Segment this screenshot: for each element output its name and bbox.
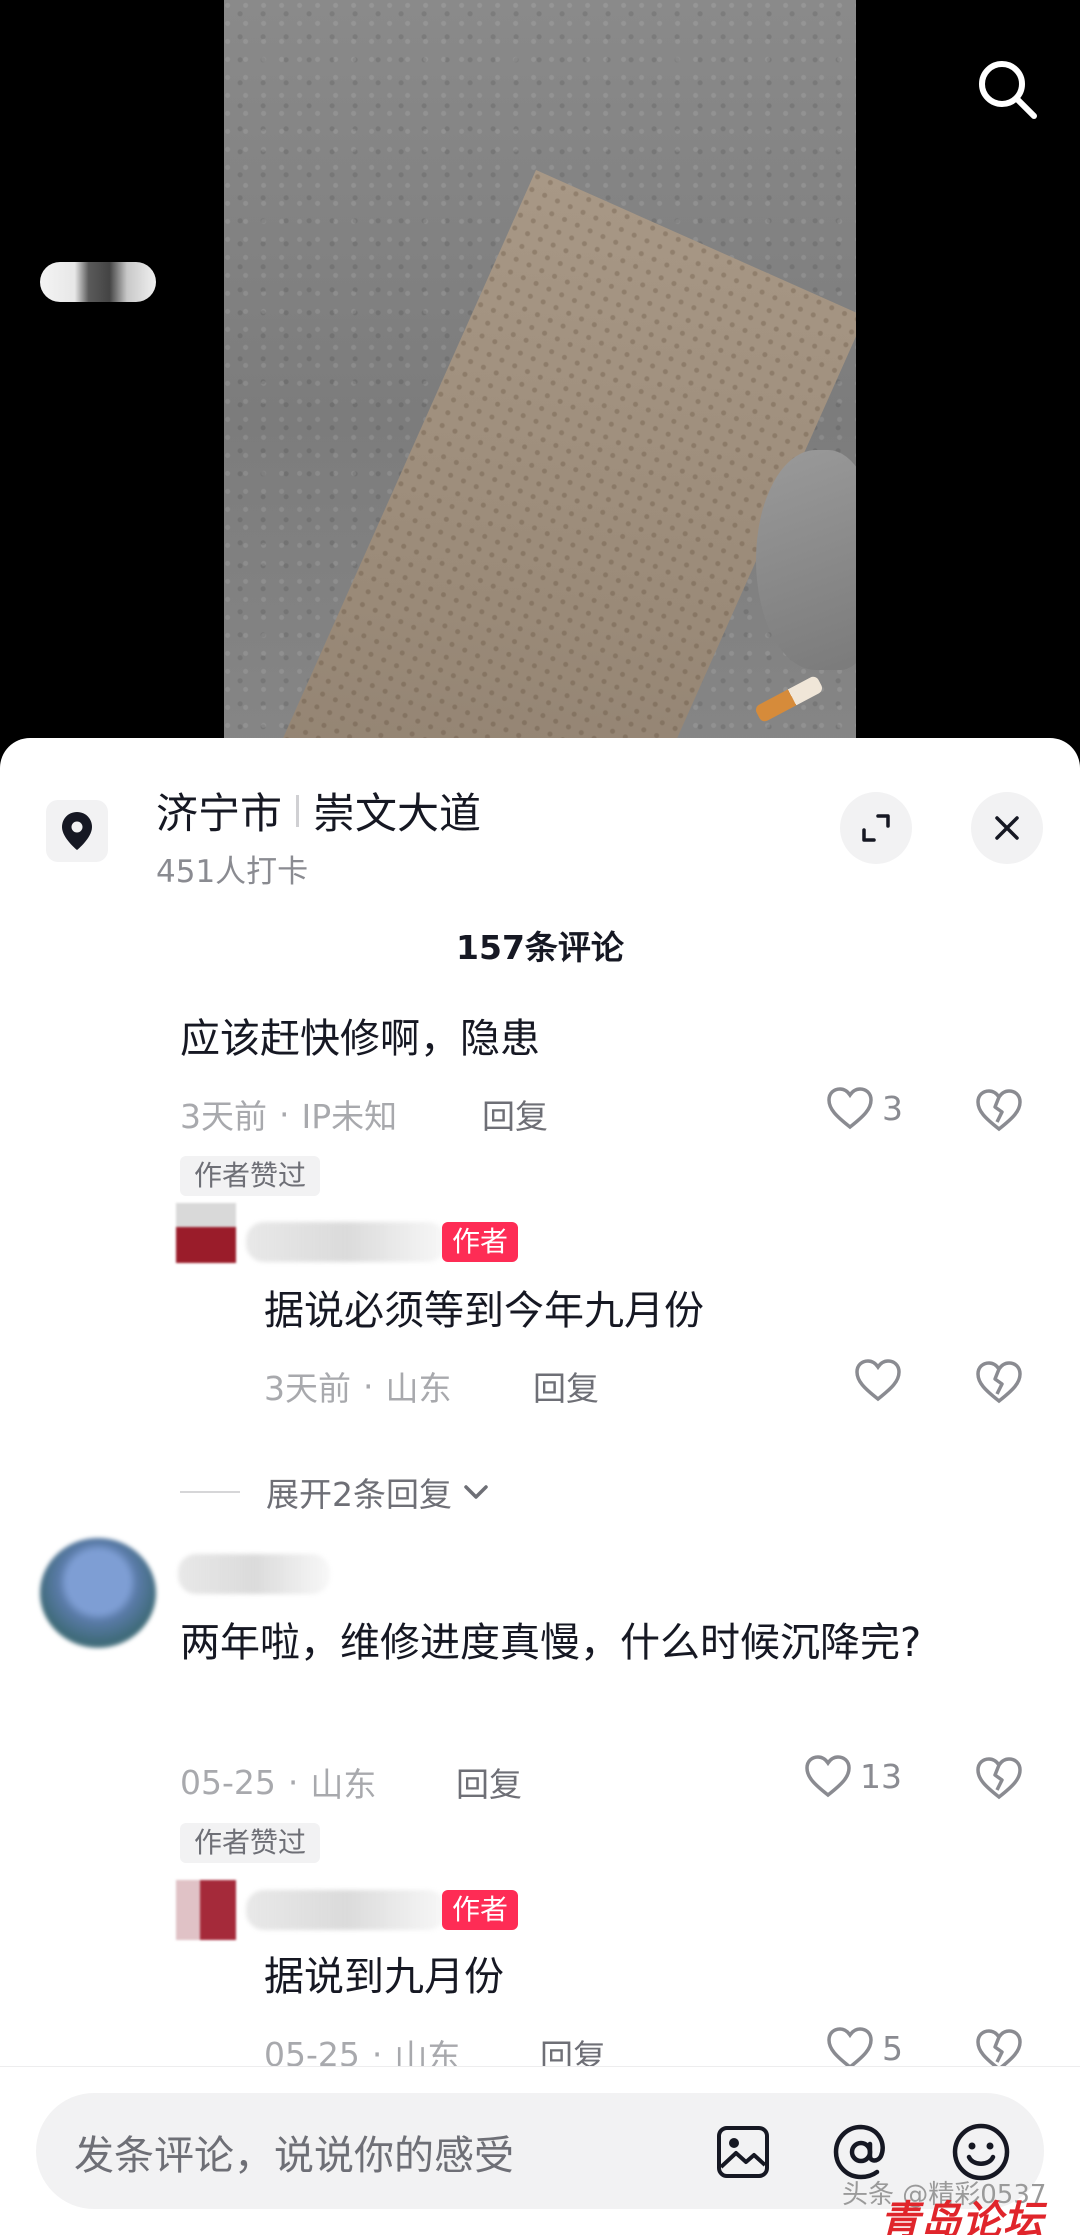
username-blurred[interactable] [178,1554,330,1594]
video-dirt-area [271,170,856,760]
comment-meta: 3天前 · IP未知 [180,1090,397,1138]
reply-text[interactable]: 据说到九月份 [264,1948,1024,2006]
meta-dot: · [363,1366,374,1406]
chevron-down-icon [464,1485,488,1499]
comment-input-placeholder: 发条评论，说说你的感受 [74,2133,514,2179]
location-city: 济宁市 [156,789,283,838]
location-separator [296,794,300,827]
heart-icon [855,1359,901,1402]
reply-button[interactable]: 回复 [456,1758,522,1806]
dislike-button[interactable] [975,1360,1023,1408]
location-pin-button[interactable] [46,800,108,862]
location-header[interactable]: 济宁市 崇文大道 451人打卡 [0,738,1080,898]
reply-button[interactable]: 回复 [482,1090,548,1138]
location-checkins: 451人打卡 [156,854,309,890]
avatar[interactable] [176,1880,236,1940]
username-blurred[interactable] [246,1890,446,1930]
username-blurred[interactable] [246,1222,446,1262]
like-button[interactable]: 3 [826,1086,903,1130]
search-button[interactable] [966,48,1048,130]
like-button[interactable]: 13 [804,1754,902,1798]
reply-text[interactable]: 据说必须等到今年九月份 [264,1282,1024,1340]
comment-text[interactable]: 应该赶快修啊，隐患 [180,1010,1020,1068]
location-title[interactable]: 济宁市 崇文大道 [156,780,481,841]
comment-meta: 05-25 · 山东 [180,1758,376,1806]
comment-time: 3天前 [180,1097,267,1136]
heart-icon [827,2027,873,2070]
author-tag: 作者 [442,1222,519,1262]
heart-icon [805,1755,851,1798]
image-button[interactable] [708,2117,778,2187]
video-cigarette-butt [753,674,825,724]
location-street: 崇文大道 [313,789,482,838]
video-frame [224,0,856,760]
expand-replies-button[interactable]: 展开2条回复 [180,1468,494,1516]
close-icon [995,816,1019,840]
expand-icon [862,814,890,842]
watermark-logo: 青岛论坛 [880,2198,1044,2235]
broken-heart-icon [976,1757,1022,1800]
comment-time: 05-25 [180,1762,276,1802]
broken-heart-icon [976,1361,1022,1404]
reply-button[interactable]: 回复 [533,1362,599,1410]
author-liked-badge: 作者赞过 [180,1823,321,1863]
expand-replies-label: 展开2条回复 [266,1475,452,1514]
heart-icon [827,1087,873,1130]
reply-meta: 3天前 · 山东 [264,1362,452,1410]
dislike-button[interactable] [975,1088,1023,1136]
like-count: 13 [860,1756,902,1796]
dislike-button[interactable] [975,1756,1023,1804]
like-button[interactable]: 5 [826,2026,903,2070]
comment-region: 山东 [310,1765,377,1804]
avatar[interactable] [40,262,156,302]
broken-heart-icon [976,1089,1022,1132]
comment-region: IP未知 [301,1097,398,1136]
expand-button[interactable] [840,792,912,864]
avatar[interactable] [40,1538,156,1648]
search-icon [979,61,1037,119]
reply-time: 3天前 [264,1369,351,1408]
image-icon [717,2126,769,2178]
close-button[interactable] [971,792,1043,864]
video-player[interactable] [0,0,1080,760]
avatar[interactable] [176,1203,236,1263]
author-tag: 作者 [442,1890,519,1930]
reply-region: 山东 [385,1369,452,1408]
like-count: 3 [882,1088,903,1128]
comment-text[interactable]: 两年啦，维修进度真慢，什么时候沉降完? [180,1614,980,1672]
comments-sheet: 济宁市 崇文大道 451人打卡 157条评论 [0,738,1080,2235]
meta-dot: · [287,1762,299,1802]
comments-count-title: 157条评论 [456,928,624,967]
meta-dot: · [279,1094,290,1134]
like-button[interactable] [854,1358,910,1402]
author-liked-badge: 作者赞过 [180,1156,321,1196]
location-pin-icon [62,812,92,850]
like-count: 5 [882,2028,903,2068]
expand-divider [180,1491,240,1493]
